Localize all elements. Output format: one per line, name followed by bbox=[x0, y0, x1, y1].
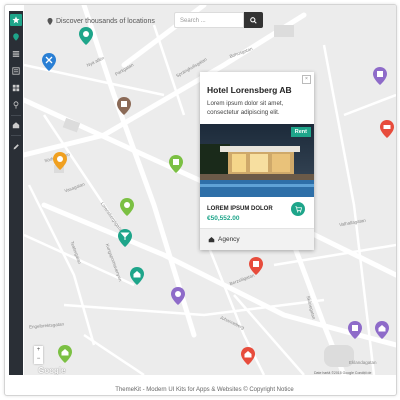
discover-text: Discover thousands of locations bbox=[56, 18, 155, 25]
home-icon bbox=[12, 122, 20, 129]
category-label: Agency bbox=[218, 236, 240, 243]
property-photo[interactable]: Rent bbox=[200, 124, 314, 197]
location-info-card[interactable]: × Hotel Lorensberg AB Lorem ipsum dolor … bbox=[200, 72, 314, 250]
category-row[interactable]: Agency bbox=[200, 229, 314, 250]
close-button[interactable]: × bbox=[302, 75, 311, 84]
sidebar-item-home[interactable] bbox=[10, 119, 22, 131]
sidebar-item-grid[interactable] bbox=[10, 82, 22, 94]
map-pin-brown[interactable] bbox=[117, 97, 131, 115]
person-pin[interactable] bbox=[171, 287, 185, 305]
grid-icon bbox=[12, 84, 20, 92]
sidebar-item-pin[interactable] bbox=[10, 99, 22, 111]
home-pin-purple[interactable] bbox=[375, 321, 389, 339]
map-pin-orange[interactable] bbox=[53, 152, 67, 170]
map-pin-green-light[interactable] bbox=[120, 198, 134, 216]
top-bar: Discover thousands of locations Search .… bbox=[24, 5, 396, 41]
cart-icon bbox=[294, 205, 302, 212]
discover-label: Discover thousands of locations bbox=[47, 18, 155, 25]
app-frame: Nya allén Parkgatan Sprängkullsgatan Boh… bbox=[4, 4, 397, 396]
card-title: Hotel Lorensberg AB bbox=[207, 85, 292, 95]
map-pin-red[interactable] bbox=[249, 257, 263, 275]
sidebar bbox=[9, 11, 23, 375]
sidebar-item-favorites[interactable] bbox=[10, 14, 22, 26]
sidebar-divider bbox=[11, 135, 21, 136]
car-pin[interactable] bbox=[380, 120, 394, 138]
sidebar-item-edit[interactable] bbox=[10, 141, 22, 153]
sidebar-item-list[interactable] bbox=[10, 48, 22, 60]
property-price: €50,552.00 bbox=[207, 215, 240, 222]
card-description: Lorem ipsum dolor sit amet, consectetur … bbox=[207, 100, 284, 116]
google-logo: Google bbox=[38, 366, 66, 375]
rent-badge: Rent bbox=[290, 127, 311, 137]
home-pin-green[interactable] bbox=[58, 345, 72, 363]
zoom-out-button[interactable]: − bbox=[34, 355, 43, 364]
list-detail-icon bbox=[12, 67, 20, 75]
search-button[interactable] bbox=[244, 12, 263, 28]
map-attribution: Date hartă ©2015 Google Condiții de bbox=[314, 371, 372, 375]
edit-icon bbox=[13, 144, 19, 150]
zoom-in-button[interactable]: + bbox=[34, 346, 43, 355]
pin-icon bbox=[13, 101, 19, 109]
list-icon bbox=[12, 51, 20, 57]
sidebar-item-list-detail[interactable] bbox=[10, 65, 22, 77]
home-icon bbox=[208, 237, 215, 243]
map-marker-icon bbox=[13, 33, 19, 41]
sidebar-divider bbox=[11, 115, 21, 116]
star-icon bbox=[12, 16, 20, 24]
search-icon bbox=[250, 16, 257, 24]
property-label: LOREM IPSUM DOLOR bbox=[207, 206, 273, 212]
map-pin-purple[interactable] bbox=[373, 67, 387, 85]
cart-button[interactable] bbox=[291, 202, 305, 216]
map-pin-purple-2[interactable] bbox=[348, 321, 362, 339]
footer: ThemeKit - Modern UI Kits for Apps & Web… bbox=[115, 387, 294, 393]
map-pin-green[interactable] bbox=[169, 155, 183, 173]
sidebar-item-map[interactable] bbox=[10, 31, 22, 43]
home-pin-red[interactable] bbox=[241, 347, 255, 365]
bar-pin[interactable] bbox=[118, 229, 132, 247]
search-input[interactable]: Search ... bbox=[174, 12, 244, 28]
restaurant-pin[interactable] bbox=[42, 53, 56, 71]
street-label: Eklandagatan bbox=[349, 360, 377, 365]
home-pin[interactable] bbox=[130, 267, 144, 285]
zoom-control: + − bbox=[34, 346, 43, 364]
location-icon bbox=[47, 18, 53, 25]
